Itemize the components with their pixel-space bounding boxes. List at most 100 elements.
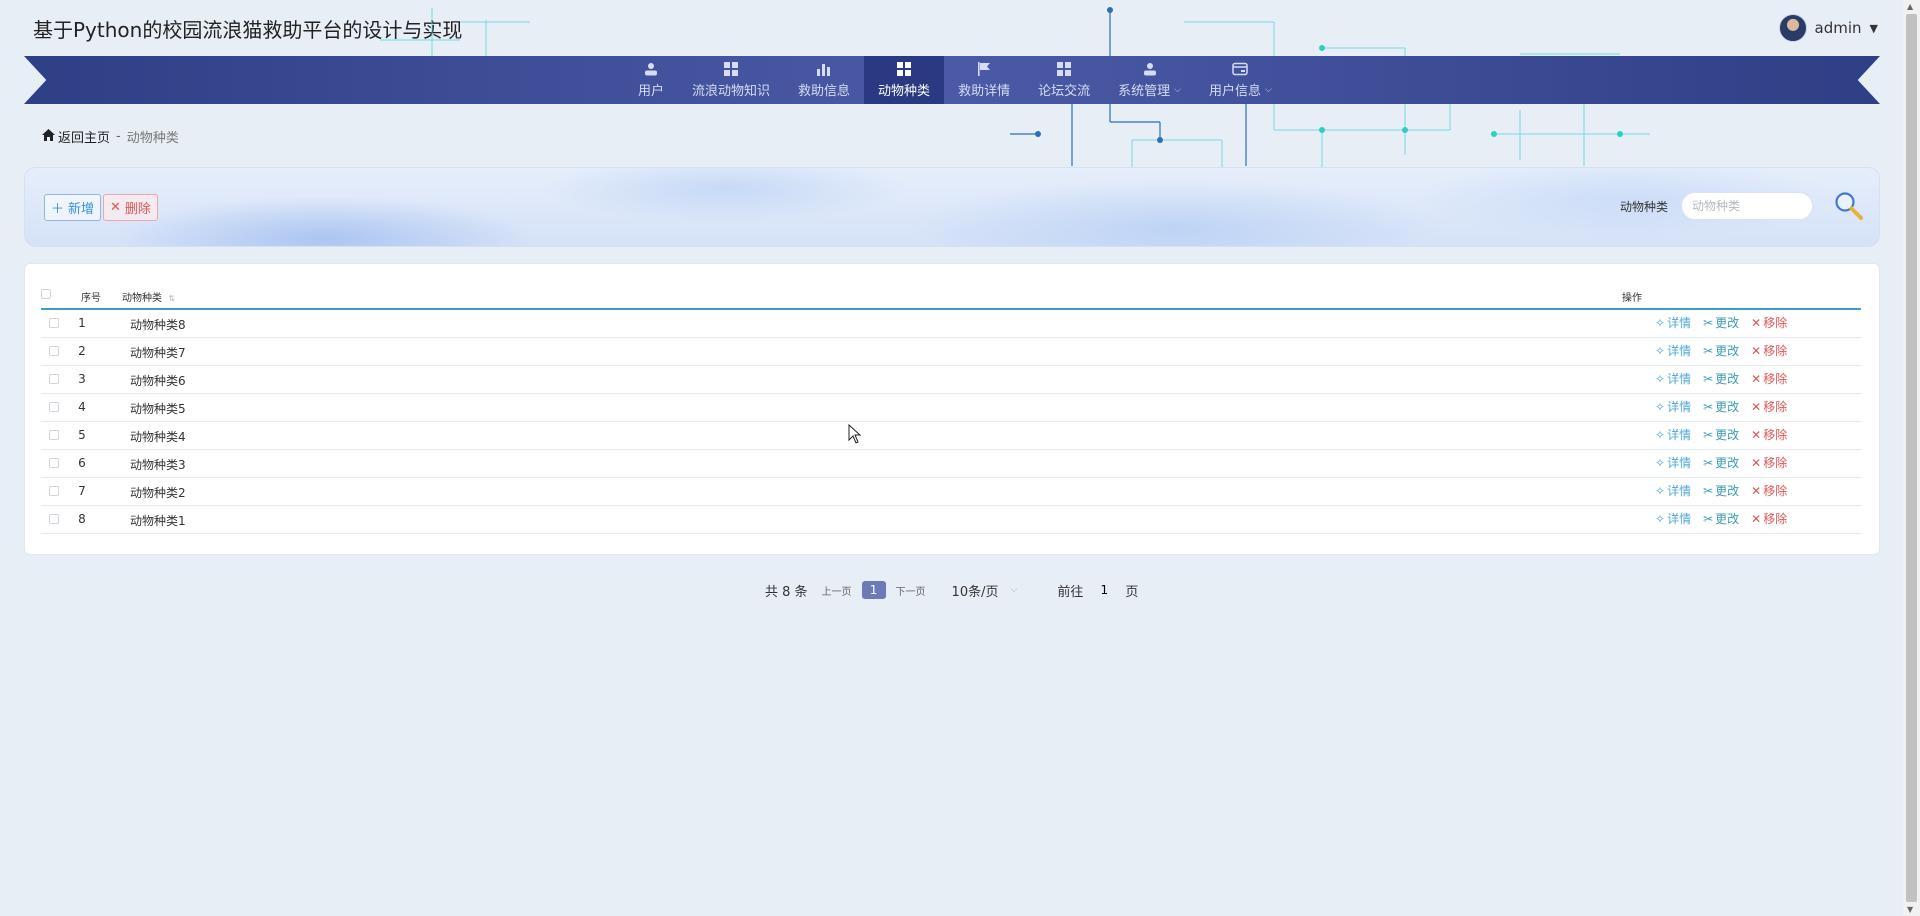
- scrollbar-thumb[interactable]: [1906, 14, 1917, 902]
- detail-icon: ✧: [1655, 315, 1666, 330]
- remove-button[interactable]: ✕ 移除: [1751, 398, 1787, 415]
- edit-button[interactable]: ✂ 更改: [1703, 398, 1739, 415]
- remove-label: 移除: [1763, 316, 1788, 330]
- select-all-checkbox[interactable]: [41, 289, 51, 299]
- scroll-up-arrow-icon[interactable]: ▲: [1907, 2, 1913, 11]
- edit-button[interactable]: ✂ 更改: [1703, 342, 1739, 359]
- remove-button[interactable]: ✕ 移除: [1751, 314, 1787, 331]
- column-name-header[interactable]: 动物种类 ⇅: [122, 289, 175, 304]
- row-checkbox[interactable]: [49, 318, 59, 328]
- table-row: 2 动物种类7 ✧ 详情 ✂ 更改 ✕ 移除: [41, 338, 1861, 366]
- scrollbar[interactable]: ▲ ▼: [1903, 0, 1920, 916]
- scroll-down-arrow-icon[interactable]: ▼: [1907, 905, 1913, 914]
- nav-item-user[interactable]: 用户: [624, 56, 678, 104]
- edit-button[interactable]: ✂ 更改: [1703, 426, 1739, 443]
- column-index-header: 序号: [81, 293, 101, 304]
- detail-label: 详情: [1667, 512, 1692, 526]
- breadcrumb-home[interactable]: 返回主页: [42, 127, 110, 146]
- search-icon[interactable]: [1833, 190, 1865, 222]
- sort-icon[interactable]: ⇅: [168, 294, 175, 303]
- table-header: 序号 动物种类 ⇅ 操作: [41, 278, 1861, 310]
- nav-item-forum[interactable]: 论坛交流: [1024, 56, 1104, 104]
- detail-button[interactable]: ✧ 详情: [1655, 314, 1691, 331]
- row-actions: ✧ 详情 ✂ 更改 ✕ 移除: [1655, 314, 1787, 331]
- mouse-cursor-icon: [848, 424, 862, 444]
- row-checkbox[interactable]: [49, 458, 59, 468]
- breadcrumb-home-label: 返回主页: [58, 131, 111, 146]
- nav-label: 用户信息: [1208, 84, 1261, 99]
- edit-icon: ✂: [1703, 427, 1714, 442]
- row-animal-category: 动物种类8: [130, 318, 186, 332]
- goto-page-input[interactable]: [1087, 580, 1122, 600]
- nav-label: 论坛交流: [1038, 84, 1091, 99]
- next-page-button[interactable]: 下一页: [896, 583, 926, 598]
- edit-label: 更改: [1715, 344, 1740, 358]
- add-button[interactable]: ＋ 新增: [44, 194, 102, 221]
- search-input[interactable]: [1681, 192, 1813, 220]
- row-checkbox[interactable]: [49, 514, 59, 524]
- remove-button[interactable]: ✕ 移除: [1751, 342, 1787, 359]
- delete-button[interactable]: ✕ 删除: [103, 194, 158, 221]
- edit-icon: ✂: [1703, 371, 1714, 386]
- detail-button[interactable]: ✧ 详情: [1655, 342, 1691, 359]
- top-header: 基于Python的校园流浪猫救助平台的设计与实现: [0, 0, 1920, 56]
- nav-item-user-info[interactable]: 用户信息 ⌵: [1195, 56, 1286, 104]
- current-page-button[interactable]: 1: [861, 581, 886, 599]
- row-actions: ✧ 详情 ✂ 更改 ✕ 移除: [1655, 510, 1787, 527]
- detail-button[interactable]: ✧ 详情: [1655, 398, 1691, 415]
- row-index: 3: [78, 372, 86, 386]
- page-suffix: 页: [1125, 584, 1139, 600]
- page-size-select[interactable]: 10条/页 ⌵: [952, 581, 1018, 600]
- detail-button[interactable]: ✧ 详情: [1655, 370, 1691, 387]
- nav-label: 系统管理: [1118, 84, 1171, 99]
- detail-button[interactable]: ✧ 详情: [1655, 482, 1691, 499]
- row-animal-category: 动物种类6: [130, 374, 186, 388]
- edit-button[interactable]: ✂ 更改: [1703, 454, 1739, 471]
- table-body: 1 动物种类8 ✧ 详情 ✂ 更改 ✕ 移除 2 动物种类7 ✧ 详情 ✂ 更改 ✕ 移除 3 动物种类6 ✧ 详情 ✂…: [41, 310, 1861, 534]
- edit-label: 更改: [1715, 512, 1740, 526]
- edit-button[interactable]: ✂ 更改: [1703, 370, 1739, 387]
- caret-down-icon: ▼: [1869, 21, 1878, 35]
- edit-button[interactable]: ✂ 更改: [1703, 510, 1739, 527]
- detail-button[interactable]: ✧ 详情: [1655, 510, 1691, 527]
- edit-label: 更改: [1715, 316, 1740, 330]
- remove-button[interactable]: ✕ 移除: [1751, 454, 1787, 471]
- edit-button[interactable]: ✂ 更改: [1703, 482, 1739, 499]
- row-checkbox[interactable]: [49, 486, 59, 496]
- add-button-label: 新增: [68, 202, 95, 217]
- remove-button[interactable]: ✕ 移除: [1751, 370, 1787, 387]
- detail-button[interactable]: ✧ 详情: [1655, 426, 1691, 443]
- remove-button[interactable]: ✕ 移除: [1751, 482, 1787, 499]
- nav-item-rescue-info[interactable]: 救助信息: [784, 56, 864, 104]
- edit-label: 更改: [1715, 456, 1740, 470]
- remove-button[interactable]: ✕ 移除: [1751, 510, 1787, 527]
- remove-button[interactable]: ✕ 移除: [1751, 426, 1787, 443]
- table-row: 5 动物种类4 ✧ 详情 ✂ 更改 ✕ 移除: [41, 422, 1861, 450]
- table-row: 1 动物种类8 ✧ 详情 ✂ 更改 ✕ 移除: [41, 310, 1861, 338]
- edit-label: 更改: [1715, 428, 1740, 442]
- row-checkbox[interactable]: [49, 374, 59, 384]
- detail-button[interactable]: ✧ 详情: [1655, 454, 1691, 471]
- nav-item-system-management[interactable]: 系统管理 ⌵: [1104, 56, 1195, 104]
- nav-item-animal-category[interactable]: 动物种类: [864, 56, 945, 104]
- detail-label: 详情: [1667, 344, 1692, 358]
- row-checkbox[interactable]: [49, 402, 59, 412]
- nav-item-animal-knowledge[interactable]: 流浪动物知识: [678, 56, 784, 104]
- prev-page-button[interactable]: 上一页: [822, 583, 852, 598]
- search-label: 动物种类: [1620, 200, 1669, 214]
- remove-icon: ✕: [1751, 371, 1762, 386]
- nav-label: 流浪动物知识: [692, 84, 771, 99]
- edit-icon: ✂: [1703, 343, 1714, 358]
- goto-page: 前往 页: [1057, 580, 1138, 600]
- nav-label: 救助信息: [798, 84, 851, 99]
- user-menu[interactable]: admin ▼: [1778, 14, 1878, 42]
- grid-icon: [896, 61, 912, 77]
- nav-item-rescue-detail[interactable]: 救助详情: [944, 56, 1024, 104]
- row-checkbox[interactable]: [49, 346, 59, 356]
- table-row: 3 动物种类6 ✧ 详情 ✂ 更改 ✕ 移除: [41, 366, 1861, 394]
- edit-button[interactable]: ✂ 更改: [1703, 314, 1739, 331]
- user-icon: [1142, 61, 1158, 77]
- table-row: 8 动物种类1 ✧ 详情 ✂ 更改 ✕ 移除: [41, 506, 1861, 534]
- detail-icon: ✧: [1655, 427, 1666, 442]
- row-checkbox[interactable]: [49, 430, 59, 440]
